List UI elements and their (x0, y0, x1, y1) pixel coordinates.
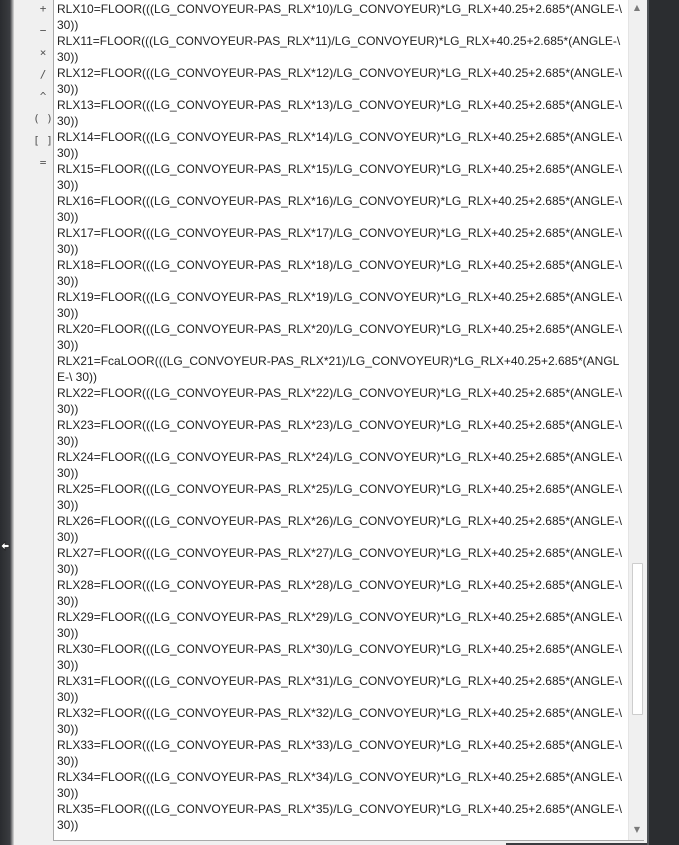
formula-line: RLX29=FLOOR(((LG_CONVOYEUR-PAS_RLX*29)/L… (57, 610, 626, 640)
scroll-down-icon[interactable]: ▼ (629, 822, 645, 838)
formula-line: RLX14=FLOOR(((LG_CONVOYEUR-PAS_RLX*14)/L… (57, 130, 626, 160)
minus-operator-button[interactable]: − (32, 22, 54, 40)
formula-line: RLX11=FLOOR(((LG_CONVOYEUR-PAS_RLX*11)/L… (57, 34, 624, 64)
formula-line: RLX13=FLOOR(((LG_CONVOYEUR-PAS_RLX*13)/L… (57, 98, 626, 128)
formula-editor-panel: + − × / ^ ( ) [ ] = RLX10=FLOOR(((LG_CON… (14, 0, 647, 845)
formula-line: RLX18=FLOOR(((LG_CONVOYEUR-PAS_RLX*18)/L… (57, 258, 626, 288)
vertical-scrollbar[interactable]: ▲ ▼ (628, 0, 645, 840)
formula-line: RLX15=FLOOR(((LG_CONVOYEUR-PAS_RLX*15)/L… (57, 162, 626, 192)
mouse-cursor-icon (0, 540, 10, 552)
scroll-up-icon[interactable]: ▲ (629, 0, 645, 16)
formula-line: RLX30=FLOOR(((LG_CONVOYEUR-PAS_RLX*30)/L… (57, 642, 626, 672)
scrollbar-thumb[interactable] (632, 563, 643, 715)
right-window-edge (647, 0, 679, 845)
left-window-edge (0, 0, 14, 845)
formula-lines: RLX10=FLOOR(((LG_CONVOYEUR-PAS_RLX*10)/L… (57, 1, 627, 833)
formula-line: RLX33=FLOOR(((LG_CONVOYEUR-PAS_RLX*33)/L… (57, 738, 626, 768)
formula-line: RLX23=FLOOR(((LG_CONVOYEUR-PAS_RLX*23)/L… (57, 418, 626, 448)
formula-line: RLX32=FLOOR(((LG_CONVOYEUR-PAS_RLX*32)/L… (57, 706, 626, 736)
formula-line: RLX16=FLOOR(((LG_CONVOYEUR-PAS_RLX*16)/L… (57, 194, 626, 224)
brackets-button[interactable]: [ ] (32, 132, 54, 150)
formula-line: RLX24=FLOOR(((LG_CONVOYEUR-PAS_RLX*24)/L… (57, 450, 626, 480)
formula-line: RLX31=FLOOR(((LG_CONVOYEUR-PAS_RLX*31)/L… (57, 674, 626, 704)
formula-line: RLX10=FLOOR(((LG_CONVOYEUR-PAS_RLX*10)/L… (57, 2, 626, 32)
formula-line: RLX19=FLOOR(((LG_CONVOYEUR-PAS_RLX*19)/L… (57, 290, 626, 320)
formula-line: RLX35=FLOOR(((LG_CONVOYEUR-PAS_RLX*35)/L… (57, 802, 626, 832)
formula-line: RLX20=FLOOR(((LG_CONVOYEUR-PAS_RLX*20)/L… (57, 322, 626, 352)
plus-operator-button[interactable]: + (32, 0, 54, 18)
formula-line: RLX22=FLOOR(((LG_CONVOYEUR-PAS_RLX*22)/L… (57, 386, 626, 416)
formula-line: RLX12=FLOOR(((LG_CONVOYEUR-PAS_RLX*12)/L… (57, 66, 626, 96)
formula-line: RLX21=FcaLOOR(((LG_CONVOYEUR-PAS_RLX*21)… (57, 354, 620, 384)
formula-line: RLX26=FLOOR(((LG_CONVOYEUR-PAS_RLX*26)/L… (57, 514, 626, 544)
parentheses-button[interactable]: ( ) (32, 110, 54, 128)
multiply-operator-button[interactable]: × (32, 44, 54, 62)
divide-operator-button[interactable]: / (32, 66, 54, 84)
formula-line: RLX34=FLOOR(((LG_CONVOYEUR-PAS_RLX*34)/L… (57, 770, 626, 800)
formula-line: RLX17=FLOOR(((LG_CONVOYEUR-PAS_RLX*17)/L… (57, 226, 626, 256)
formula-line: RLX27=FLOOR(((LG_CONVOYEUR-PAS_RLX*27)/L… (57, 546, 626, 576)
formula-line: RLX28=FLOOR(((LG_CONVOYEUR-PAS_RLX*28)/L… (57, 578, 626, 608)
formula-text-area[interactable]: RLX10=FLOOR(((LG_CONVOYEUR-PAS_RLX*10)/L… (53, 0, 645, 841)
formula-line: RLX25=FLOOR(((LG_CONVOYEUR-PAS_RLX*25)/L… (57, 482, 626, 512)
equals-operator-button[interactable]: = (32, 154, 54, 172)
power-operator-button[interactable]: ^ (32, 88, 54, 106)
